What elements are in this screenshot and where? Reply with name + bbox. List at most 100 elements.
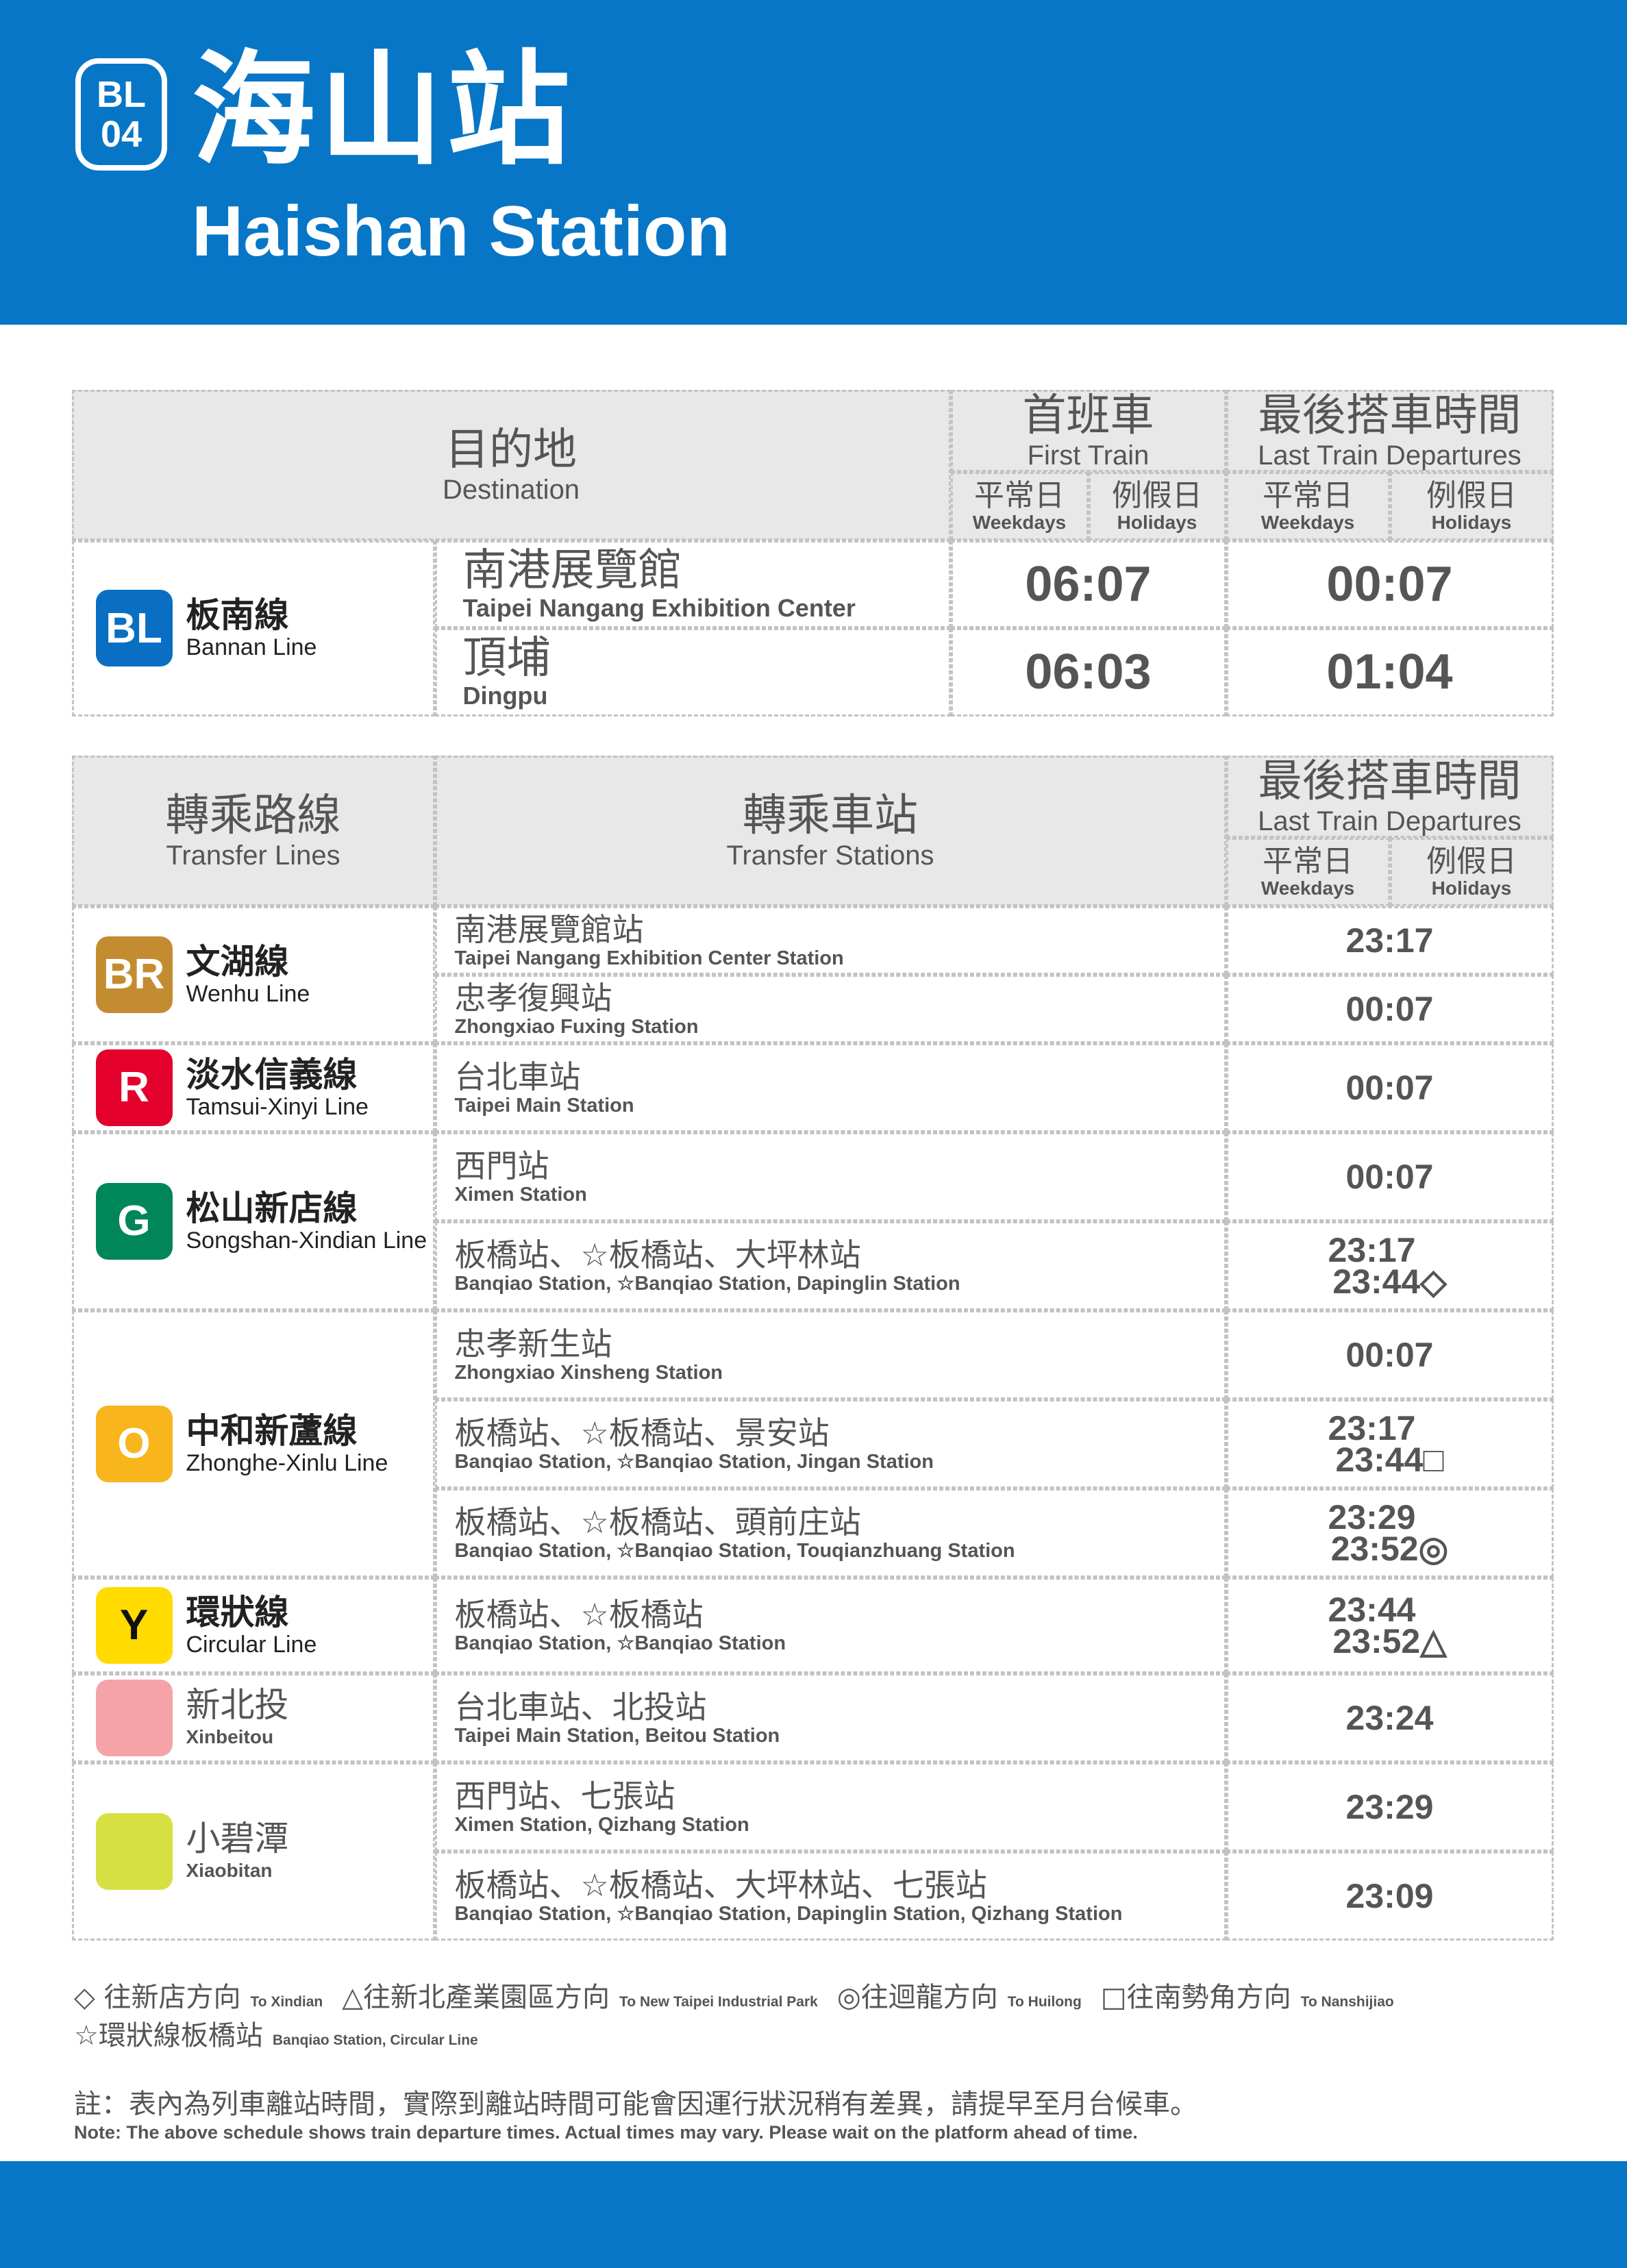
last-train-time-value: 23:29 [1345, 1787, 1434, 1826]
transfer-station-cell: 台北車站、北投站 Taipei Main Station, Beitou Stat… [434, 1673, 1226, 1762]
last-train-time-value: 23:52◎ [1330, 1529, 1449, 1568]
weekdays-en: Weekdays [1260, 877, 1355, 899]
transfer-station-en: Taipei Nangang Exhibition Center Station [454, 947, 844, 969]
transfer-station-cell: 忠孝新生站 Zhongxiao Xinsheng Station [434, 1310, 1226, 1399]
line-name-en: Xiaobitan [186, 1859, 273, 1881]
destination-header-zh: 目的地 [445, 424, 577, 475]
line-badge-code: G [117, 1197, 151, 1245]
line-name-en: Wenhu Line [186, 980, 310, 1007]
transfer-stations-header: 轉乘車站 Transfer Stations [434, 755, 1226, 906]
transfer-station-cell: 西門站 Ximen Station [434, 1132, 1226, 1221]
transfer-station-en: Banqiao Station, ☆Banqiao Station, Jinga… [454, 1450, 934, 1473]
line-name-zh: 松山新店線 [186, 1188, 358, 1228]
legend-row: ☆環狀線板橋站 Banqiao Station, Circular Line [74, 2013, 1554, 2052]
line-name-en: Tamsui-Xinyi Line [186, 1093, 369, 1120]
last-train-time-value: 00:07 [1345, 989, 1434, 1028]
transfer-station-en: Taipei Main Station, Beitou Station [454, 1724, 780, 1747]
station-header: BL 04 海山站 Haishan Station [0, 0, 1627, 325]
legend-symbol-en: To New Taipei Industrial Park [619, 1994, 818, 2010]
line-badge: G [95, 1182, 173, 1260]
transfer-station-en: Ximen Station [454, 1183, 587, 1206]
line-name-en: Xinbeitou [186, 1725, 274, 1747]
last-train-time-value: 23:09 [1345, 1876, 1434, 1915]
symbol-legend: ◇ 往新店方向 To Xindian △往新北產業園區方向 To New Taipei… [74, 1975, 1554, 2052]
last-train-header: 最後搭車時間 Last Train Departures [1226, 389, 1554, 472]
destination-zh: 南港展覽館 [462, 545, 682, 596]
line-name-zh: 板南線 [186, 595, 289, 635]
note-zh: 註：表內為列車離站時間，實際到離站時間可能會因運行狀況稍有差異，請提早至月台候車… [74, 2089, 1197, 2120]
line-name-en: Zhonghe-Xinlu Line [186, 1449, 388, 1476]
transfer-last-train-header-zh: 最後搭車時間 [1258, 756, 1522, 807]
transfer-last-train-time: 23:17 23:44□ [1226, 1399, 1554, 1488]
transfer-last-train-time: 23:17 [1226, 906, 1554, 975]
transfer-station-zh: 台北車站 [454, 1058, 581, 1095]
first-train-time: 06:07 [950, 540, 1226, 628]
destination-en: Taipei Nangang Exhibition Center [462, 593, 856, 622]
last-train-time-value: 23:17 [1345, 921, 1434, 960]
station-title-zh: 海山站 [192, 39, 575, 182]
legend-row: ◇ 往新店方向 To Xindian △往新北產業園區方向 To New Taipei… [74, 1975, 1554, 2013]
first-train-header: 首班車 First Train [950, 389, 1226, 472]
first-holidays-header: 例假日 Holidays [1088, 471, 1226, 540]
last-train-time-value: 23:44◇ [1332, 1262, 1447, 1301]
line-badge-bl: BL [95, 590, 173, 666]
destination-en: Dingpu [462, 682, 548, 710]
last-train-time-value: 00:07 [1345, 1335, 1434, 1374]
legend-symbol-zh: ◇ 往新店方向 [74, 1982, 241, 2013]
transfer-lines-header-en: Transfer Lines [166, 840, 340, 871]
transfer-station-cell: 西門站、七張站 Ximen Station, Qizhang Station [434, 1762, 1226, 1852]
transfer-last-train-time: 23:29 23:52◎ [1226, 1488, 1554, 1578]
transfer-station-zh: 板橋站、☆板橋站、景安站 [454, 1414, 830, 1451]
line-badge: BR [95, 936, 173, 1013]
holidays-zh: 例假日 [1112, 477, 1202, 513]
line-badge [95, 1812, 173, 1890]
last-train-time-value: 23:44 [1328, 1590, 1416, 1629]
transfer-table: 轉乘路線 Transfer Lines 轉乘車站 Transfer Statio… [71, 755, 1554, 1966]
last-train-time-value: 01:04 [1326, 645, 1453, 699]
last-train-time-value: 23:24 [1345, 1698, 1434, 1737]
transfer-station-en: Taipei Main Station [454, 1094, 634, 1117]
legend-symbol-zh: □往南勢角方向 [1100, 1982, 1291, 2013]
station-code-badge: BL 04 [75, 58, 167, 171]
destination-zh: 頂埔 [462, 633, 551, 684]
last-train-header-en: Last Train Departures [1258, 440, 1522, 471]
last-weekdays-header: 平常日 Weekdays [1226, 471, 1390, 540]
last-train-header-zh: 最後搭車時間 [1258, 390, 1522, 441]
note-en: Note: The above schedule shows train dep… [74, 2122, 1138, 2143]
transfer-line-cell: BR 文湖線 Wenhu Line [71, 906, 435, 1043]
last-train-time: 00:07 [1226, 540, 1554, 628]
transfer-station-cell: 板橋站、☆板橋站、景安站 Banqiao Station, ☆Banqiao St… [434, 1399, 1226, 1488]
transfer-last-train-time: 00:07 [1226, 1043, 1554, 1132]
line-name-en: Circular Line [186, 1631, 317, 1658]
line-badge-code: BL [105, 604, 162, 652]
weekdays-zh: 平常日 [1263, 843, 1353, 879]
transfer-last-train-time: 23:09 [1226, 1851, 1554, 1941]
line-badge: R [95, 1049, 173, 1126]
station-code-number: 04 [100, 114, 142, 155]
transfer-station-zh: 西門站、七張站 [454, 1777, 675, 1815]
transfer-stations-header-zh: 轉乘車站 [743, 790, 918, 841]
transfer-last-train-time: 23:24 [1226, 1673, 1554, 1762]
first-train-time-value: 06:07 [1025, 556, 1152, 612]
transfer-station-en: Banqiao Station, ☆Banqiao Station, Touqi… [454, 1539, 1015, 1562]
last-train-time-value: 00:07 [1345, 1068, 1434, 1107]
holidays-zh: 例假日 [1426, 843, 1517, 879]
legend-symbol-zh: △往新北產業園區方向 [342, 1982, 610, 2013]
transfer-last-train-time: 23:29 [1226, 1762, 1554, 1852]
transfer-station-zh: 忠孝復興站 [454, 979, 612, 1017]
legend-symbol-zh: ☆環狀線板橋站 [74, 2020, 263, 2052]
transfer-holidays-header: 例假日 Holidays [1389, 837, 1554, 906]
last-train-time-value: 23:29 [1328, 1497, 1416, 1536]
last-train-time-value: 23:17 [1328, 1230, 1416, 1269]
station-code-line: BL [97, 74, 146, 115]
transfer-station-zh: 忠孝新生站 [454, 1325, 612, 1362]
transfer-line-cell: O 中和新蘆線 Zhonghe-Xinlu Line [71, 1310, 435, 1578]
line-name-zh: 中和新蘆線 [186, 1410, 358, 1451]
line-name-zh: 文湖線 [186, 941, 289, 982]
legend-symbol-en: To Huilong [1007, 1994, 1082, 2010]
line-name-zh: 新北投 [186, 1684, 289, 1725]
transfer-last-train-header-en: Last Train Departures [1258, 806, 1522, 836]
transfer-station-cell: 板橋站、☆板橋站、大坪林站、七張站 Banqiao Station, ☆Banqi… [434, 1851, 1226, 1941]
weekdays-en: Weekdays [972, 511, 1067, 533]
destination-cell: 頂埔 Dingpu [434, 627, 951, 716]
